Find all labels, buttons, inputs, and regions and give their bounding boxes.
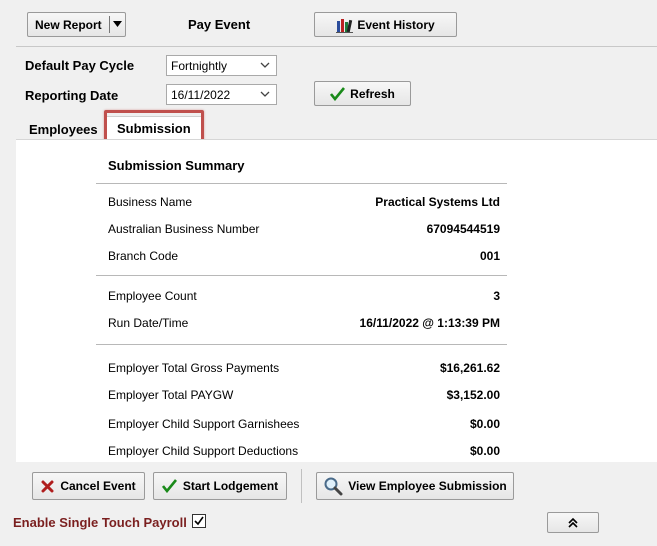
- stp-label: Enable Single Touch Payroll: [13, 515, 187, 530]
- employee-count-value: 3: [493, 289, 500, 303]
- run-datetime-row: Run Date/Time 16/11/2022 @ 1:13:39 PM: [108, 316, 506, 336]
- chevron-down-icon[interactable]: [259, 88, 271, 100]
- view-employee-submission-label: View Employee Submission: [348, 479, 507, 493]
- double-chevron-up-icon: [567, 517, 579, 529]
- abn-row: Australian Business Number 67094544519: [108, 222, 506, 242]
- paygw-label: Employer Total PAYGW: [108, 388, 234, 402]
- summary-title: Submission Summary: [108, 158, 245, 173]
- cancel-event-label: Cancel Event: [60, 479, 136, 493]
- pay-event-title: Pay Event: [188, 17, 251, 32]
- pay-cycle-value: Fortnightly: [171, 58, 228, 73]
- branch-label: Branch Code: [108, 249, 179, 263]
- branch-value: 001: [479, 249, 500, 263]
- refresh-button[interactable]: Refresh: [314, 81, 411, 106]
- reporting-date-value: 16/11/2022: [171, 87, 231, 102]
- garnishees-label: Employer Child Support Garnishees: [108, 417, 300, 431]
- deductions-row: Employer Child Support Deductions $0.00: [108, 444, 506, 462]
- checkmark-icon: [330, 86, 346, 101]
- business-name-row: Business Name Practical Systems Ltd: [108, 195, 506, 215]
- tab-employees[interactable]: Employees: [29, 122, 98, 137]
- gross-payments-row: Employer Total Gross Payments $16,261.62: [108, 361, 506, 381]
- checkmark-icon: [161, 479, 177, 493]
- garnishees-row: Employer Child Support Garnishees $0.00: [108, 417, 506, 437]
- dropdown-arrow-icon[interactable]: [113, 21, 122, 27]
- books-icon: [336, 17, 354, 33]
- run-datetime-value: 16/11/2022 @ 1:13:39 PM: [359, 316, 500, 330]
- start-lodgement-label: Start Lodgement: [182, 479, 279, 493]
- chevron-down-icon: [259, 59, 271, 71]
- divider: [96, 275, 507, 276]
- submission-panel: Submission Summary Business Name Practic…: [16, 139, 657, 462]
- pay-cycle-label: Default Pay Cycle: [25, 58, 135, 73]
- paygw-value: $3,152.00: [446, 388, 500, 402]
- run-datetime-label: Run Date/Time: [108, 316, 189, 330]
- event-history-button[interactable]: Event History: [314, 12, 457, 37]
- refresh-label: Refresh: [350, 86, 395, 101]
- gross-payments-value: $16,261.62: [439, 361, 500, 375]
- deductions-label: Employer Child Support Deductions: [108, 444, 299, 458]
- branch-row: Branch Code 001: [108, 249, 506, 269]
- stp-checkbox[interactable]: [192, 514, 206, 528]
- deductions-value: $0.00: [469, 444, 500, 458]
- divider: [96, 183, 507, 184]
- paygw-row: Employer Total PAYGW $3,152.00: [108, 388, 506, 408]
- checkbox-check-icon: [194, 516, 204, 526]
- collapse-button[interactable]: [547, 512, 599, 533]
- start-lodgement-button[interactable]: Start Lodgement: [153, 472, 287, 500]
- event-history-label: Event History: [357, 17, 435, 32]
- cancel-event-button[interactable]: Cancel Event: [32, 472, 145, 500]
- toolbar-separator: [16, 46, 657, 47]
- reporting-date-label: Reporting Date: [25, 88, 119, 103]
- reporting-date-picker[interactable]: 16/11/2022: [166, 84, 277, 105]
- view-employee-submission-button[interactable]: View Employee Submission: [316, 472, 514, 500]
- abn-label: Australian Business Number: [108, 222, 260, 236]
- new-report-label: New Report: [35, 17, 102, 32]
- new-report-button[interactable]: New Report: [27, 12, 126, 37]
- x-icon: [41, 480, 54, 493]
- divider: [96, 344, 507, 345]
- pay-cycle-select[interactable]: Fortnightly: [166, 55, 277, 76]
- magnifier-icon: [323, 476, 343, 496]
- employee-count-row: Employee Count 3: [108, 289, 506, 309]
- gross-payments-label: Employer Total Gross Payments: [108, 361, 280, 375]
- abn-value: 67094544519: [426, 222, 500, 236]
- business-name-value: Practical Systems Ltd: [375, 195, 500, 209]
- garnishees-value: $0.00: [469, 417, 500, 431]
- footer-separator: [301, 469, 302, 503]
- split-divider: [109, 16, 110, 33]
- employee-count-label: Employee Count: [108, 289, 197, 303]
- business-name-label: Business Name: [108, 195, 193, 209]
